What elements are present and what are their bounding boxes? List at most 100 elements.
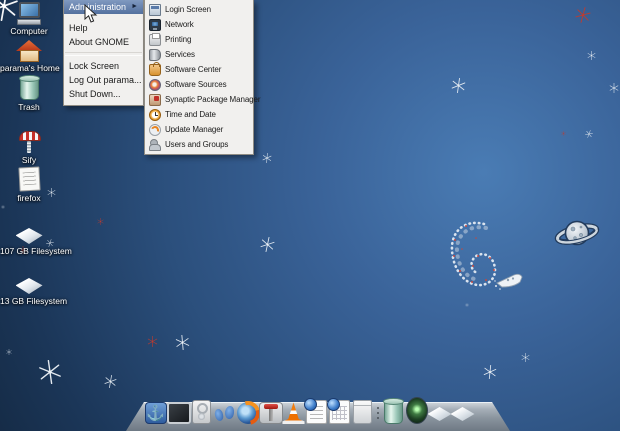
star-sparkle	[175, 335, 190, 350]
submenu-item-users-and-groups[interactable]: Users and Groups	[145, 137, 253, 152]
star-sparkle	[575, 7, 591, 23]
filesystem-icon	[16, 228, 43, 244]
footprints-icon	[214, 402, 236, 424]
submenu-item-login-screen[interactable]: Login Screen	[145, 2, 253, 17]
desktop-icon-label: firefox	[0, 194, 58, 203]
sify-icon	[18, 131, 40, 153]
power-lever-icon	[259, 402, 283, 424]
menu-item-log-out-parama[interactable]: Log Out parama...	[64, 73, 143, 87]
star-sparkle	[104, 375, 117, 388]
administration-submenu: Login Screen Network Printing Services Softw…	[144, 0, 254, 155]
menu-item-shut-down[interactable]: Shut Down...	[64, 87, 143, 101]
firefox-icon	[237, 402, 259, 424]
desktop-icon-label: 13 GB Filesystem	[0, 297, 58, 306]
menu-item-label: Log Out parama...	[69, 73, 142, 87]
submenu-item-update-manager[interactable]: Update Manager	[145, 122, 253, 137]
dock-item-filesystem[interactable]	[451, 396, 474, 424]
dock-item-filesystem[interactable]	[428, 396, 451, 424]
submenu-item-network[interactable]: Network	[145, 17, 253, 32]
submenu-item-label: Printing	[165, 35, 191, 44]
star-sparkle	[609, 83, 619, 93]
writer-document-icon	[306, 400, 327, 424]
software-sources-icon	[149, 79, 161, 91]
network-icon	[149, 19, 161, 31]
submenu-item-label: Software Center	[165, 65, 221, 74]
desktop-icon-label: Sify	[0, 156, 58, 165]
menu-item-label: Administration	[69, 0, 131, 14]
menu-item-lock-screen[interactable]: Lock Screen	[64, 59, 143, 73]
desktop-icon-13-gb-filesystem[interactable]: 13 GB Filesystem	[0, 270, 58, 306]
dock-item-package[interactable]	[351, 396, 374, 424]
submenu-item-synaptic-package-manager[interactable]: Synaptic Package Manager	[145, 92, 253, 107]
dock-item-footprints[interactable]	[213, 396, 236, 424]
desktop-wallpaper: Computerparama's Home Trash Sify firefox 107…	[0, 0, 620, 431]
star-sparkle	[587, 51, 596, 60]
submenu-arrow-icon: ►	[131, 0, 138, 14]
dock-separator	[374, 400, 382, 424]
users-icon	[149, 139, 161, 151]
dock-item-radar[interactable]	[405, 396, 428, 424]
desktop-icon-label: Trash	[0, 103, 58, 112]
menu-item-label: Lock Screen	[69, 59, 138, 73]
star-sparkle	[260, 237, 275, 252]
menu-item-about-gnome[interactable]: About GNOME	[64, 35, 143, 49]
printer-icon	[149, 34, 161, 46]
dock-item-vlc-cone[interactable]	[282, 396, 305, 424]
desktop-icon-computer[interactable]: Computer	[0, 0, 58, 36]
menu-item-label: Help	[69, 21, 138, 35]
anchor-glyph: ⚓	[146, 406, 165, 421]
submenu-item-label: Login Screen	[165, 5, 211, 14]
vlc-cone-icon	[282, 402, 306, 424]
submenu-item-label: Software Sources	[165, 80, 227, 89]
login-screen-icon	[149, 4, 161, 16]
menu-item-administration[interactable]: Administration►	[64, 0, 143, 14]
filesystem-icon	[451, 407, 475, 421]
trash-icon	[20, 76, 39, 100]
submenu-item-printing[interactable]: Printing	[145, 32, 253, 47]
document-icon	[18, 166, 40, 191]
filesystem-icon	[16, 278, 43, 294]
star-sparkle	[521, 353, 530, 362]
submenu-item-software-sources[interactable]: Software Sources	[145, 77, 253, 92]
update-icon	[149, 124, 161, 136]
menu-item-help[interactable]: Help	[64, 21, 143, 35]
desktop-icon-trash[interactable]: Trash	[0, 76, 58, 112]
dock-item-firefox[interactable]	[236, 396, 259, 424]
desktop-icon-107-gb-filesystem[interactable]: 107 GB Filesystem	[0, 220, 58, 256]
filesystem-icon	[428, 407, 452, 421]
desktop-icon-parama-s-home[interactable]: parama's Home	[0, 37, 58, 73]
desktop-icon-firefox[interactable]: firefox	[0, 167, 58, 203]
submenu-item-label: Network	[165, 20, 194, 29]
dock-item-writer-document[interactable]	[305, 396, 328, 424]
dock-item-power-lever[interactable]	[259, 396, 282, 424]
star-sparkle	[451, 78, 466, 93]
synaptic-icon	[149, 94, 161, 106]
clock-icon	[149, 109, 161, 121]
submenu-item-services[interactable]: Services	[145, 47, 253, 62]
computer-icon	[17, 2, 41, 24]
submenu-item-software-center[interactable]: Software Center	[145, 62, 253, 77]
submenu-item-label: Services	[165, 50, 195, 59]
submenu-item-label: Users and Groups	[165, 140, 228, 149]
star-sparkle	[483, 365, 497, 379]
submenu-item-time-and-date[interactable]: Time and Date	[145, 107, 253, 122]
submenu-item-label: Synaptic Package Manager	[165, 95, 260, 104]
dock-item-terminal[interactable]	[167, 396, 190, 424]
system-menu: Administration► HelpAbout GNOME Lock Scree…	[63, 0, 144, 106]
dock-item-trash[interactable]	[382, 396, 405, 424]
menu-item-label: Shut Down...	[69, 87, 138, 101]
dock-item-speaker[interactable]	[190, 396, 213, 424]
dock-item-spreadsheet[interactable]	[328, 396, 351, 424]
package-icon	[353, 400, 372, 424]
star-sparkle	[6, 349, 12, 355]
dock: ⚓	[0, 393, 620, 431]
software-center-icon	[149, 64, 161, 76]
services-icon	[149, 49, 161, 61]
dock-item-anchor[interactable]: ⚓	[144, 396, 167, 424]
spreadsheet-icon	[329, 400, 350, 424]
submenu-item-label: Time and Date	[165, 110, 216, 119]
menu-item-label: About GNOME	[69, 35, 138, 49]
anchor-icon: ⚓	[145, 402, 167, 424]
desktop-icon-sify[interactable]: Sify	[0, 129, 58, 165]
menu-separator	[65, 52, 142, 56]
